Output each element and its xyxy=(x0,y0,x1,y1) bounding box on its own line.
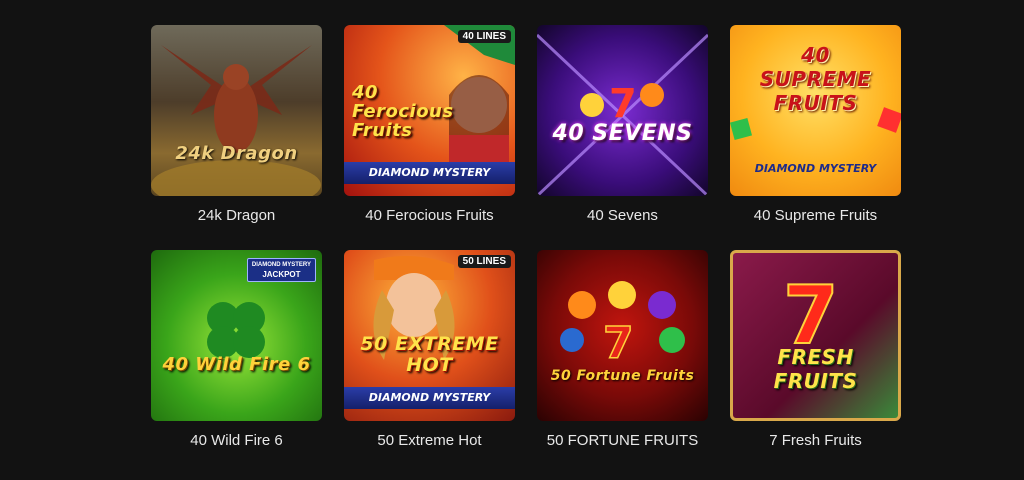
svg-text:7: 7 xyxy=(603,318,634,369)
diamond-mystery-badge: DIAMOND MYSTERY xyxy=(344,162,515,184)
game-card-50-fortune-fruits[interactable]: 7 50 Fortune Fruits 50 FORTUNE FRUITS xyxy=(537,250,708,449)
jackpot-badge: DIAMOND MYSTERY JACKPOT xyxy=(246,258,316,282)
game-title[interactable]: 40 Sevens xyxy=(537,207,708,224)
game-card-40-sevens[interactable]: 7 40 SEVENS 40 Sevens xyxy=(537,25,708,224)
diamond-mystery-badge: DIAMOND MYSTERY xyxy=(754,162,877,175)
game-title[interactable]: 40 Ferocious Fruits xyxy=(344,207,515,224)
game-art-title: 40 SEVENS xyxy=(552,121,693,146)
game-thumbnail[interactable]: 50 LINES 50 EXTREME HOT DIAMOND MYSTERY xyxy=(344,250,515,421)
game-art-title: 40 Wild Fire 6 xyxy=(162,354,311,375)
game-card-40-wild-fire-6[interactable]: DIAMOND MYSTERY JACKPOT 40 Wild Fire 6 4… xyxy=(151,250,322,449)
game-thumbnail[interactable]: 24k Dragon xyxy=(151,25,322,196)
game-art-title: 40 Ferocious Fruits xyxy=(352,82,454,141)
game-thumbnail[interactable]: 40 SUPREME FRUITS DIAMOND MYSTERY xyxy=(730,25,901,196)
game-art-title: 50 Fortune Fruits xyxy=(550,368,695,384)
seven-icon: 7 xyxy=(537,33,708,196)
game-thumbnail[interactable]: 7 50 Fortune Fruits xyxy=(537,250,708,421)
game-thumbnail[interactable]: 7 40 SEVENS xyxy=(537,25,708,196)
game-title[interactable]: 24k Dragon xyxy=(151,207,322,224)
game-thumbnail[interactable]: DIAMOND MYSTERY JACKPOT 40 Wild Fire 6 xyxy=(151,250,322,421)
game-title[interactable]: 7 Fresh Fruits xyxy=(730,432,901,449)
game-card-7-fresh-fruits[interactable]: 7 FRESH FRUITS 7 Fresh Fruits xyxy=(730,250,901,449)
game-thumbnail[interactable]: 7 FRESH FRUITS xyxy=(730,250,901,421)
lines-tag: 40 LINES xyxy=(457,30,511,43)
games-grid: 24k Dragon 24k Dragon 40 LINES 40 Feroci… xyxy=(151,25,901,449)
game-art-title: FRESH FRUITS xyxy=(773,345,858,393)
seven-icon: 7 xyxy=(782,268,840,363)
game-art-title: 24k Dragon xyxy=(175,143,298,164)
game-thumbnail[interactable]: 40 LINES 40 Ferocious Fruits DIAMOND MYS… xyxy=(344,25,515,196)
lines-tag: 50 LINES xyxy=(457,255,511,268)
fruits-icon: 7 xyxy=(560,281,685,370)
game-art-title: 50 EXTREME HOT xyxy=(360,333,499,376)
game-title[interactable]: 50 FORTUNE FRUITS xyxy=(537,432,708,449)
game-title[interactable]: 40 Wild Fire 6 xyxy=(151,432,322,449)
game-card-40-supreme-fruits[interactable]: 40 SUPREME FRUITS DIAMOND MYSTERY 40 Sup… xyxy=(730,25,901,224)
game-card-24k-dragon[interactable]: 24k Dragon 24k Dragon xyxy=(151,25,322,224)
game-title[interactable]: 40 Supreme Fruits xyxy=(730,207,901,224)
diamond-mystery-badge: DIAMOND MYSTERY xyxy=(344,387,515,409)
dragon-icon xyxy=(151,45,321,196)
game-art-title: 40 SUPREME FRUITS xyxy=(759,43,872,115)
game-title[interactable]: 50 Extreme Hot xyxy=(344,432,515,449)
game-card-50-extreme-hot[interactable]: 50 LINES 50 EXTREME HOT DIAMOND MYSTERY … xyxy=(344,250,515,449)
game-card-40-ferocious-fruits[interactable]: 40 LINES 40 Ferocious Fruits DIAMOND MYS… xyxy=(344,25,515,224)
